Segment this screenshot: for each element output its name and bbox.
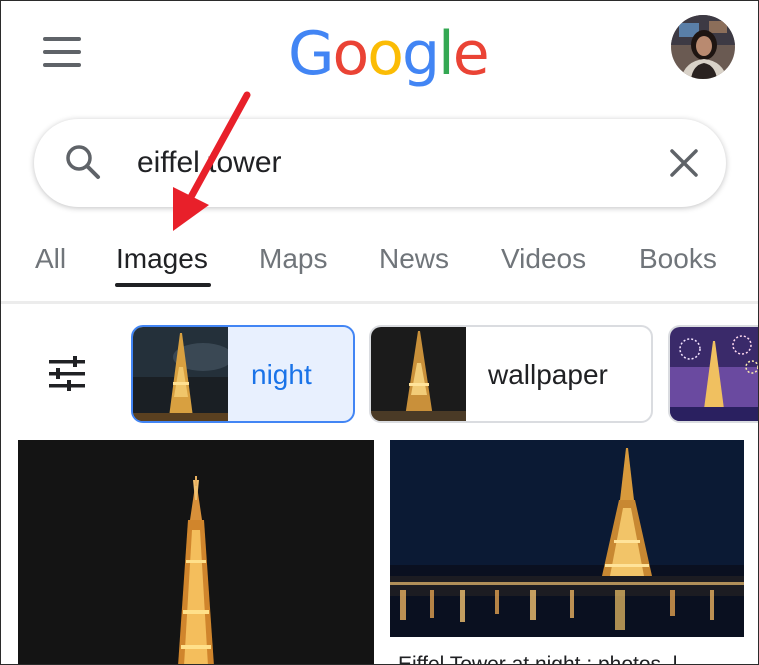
app-frame: Google eiffel tower All Images Maps News (0, 0, 759, 665)
annotation-arrow (173, 91, 251, 231)
